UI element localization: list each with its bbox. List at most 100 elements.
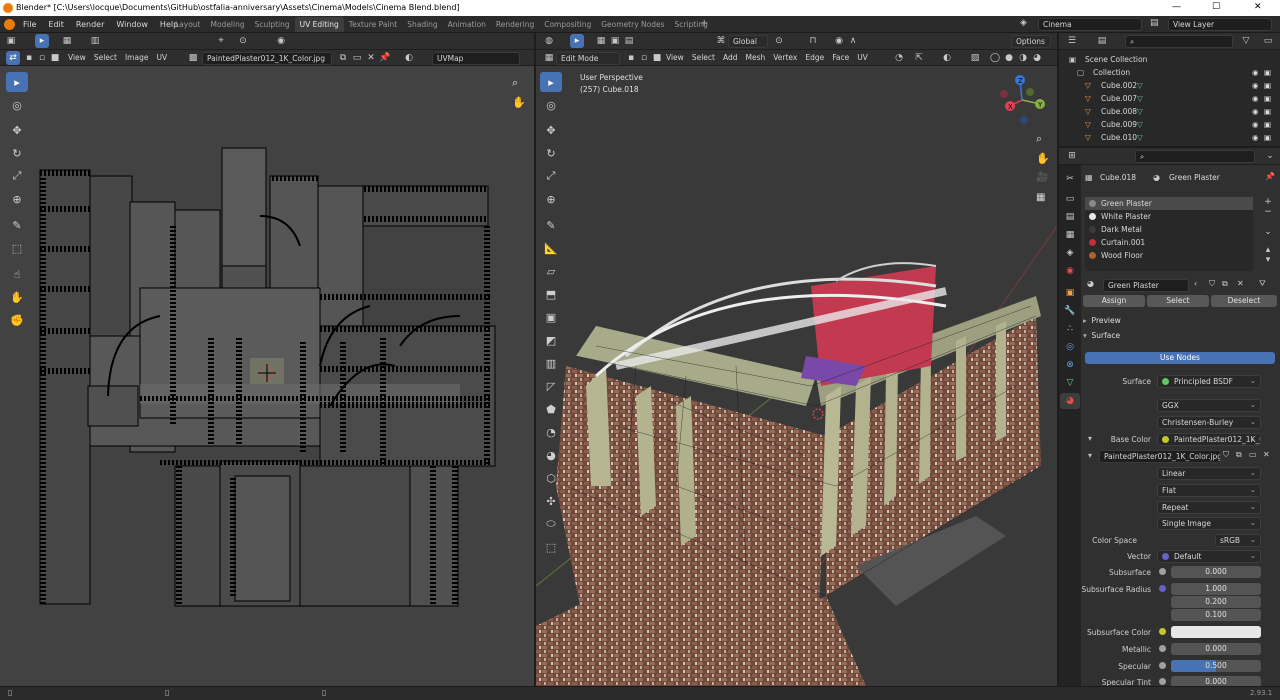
minimize-icon[interactable]: — [1172,2,1181,12]
preview-panel-header[interactable]: ▸ Preview [1083,316,1278,329]
specular-tint-field[interactable]: 0.000 [1171,676,1261,686]
tab-compositing[interactable]: Compositing [539,17,596,32]
view-layer-tab-icon[interactable]: ▦ [1060,227,1080,243]
camera-view-icon[interactable]: 🎥 [1036,172,1048,183]
outliner-filter-icon[interactable]: ▽ [1239,34,1253,48]
slot-specials-icon[interactable]: ⌄ [1261,227,1275,237]
specular-socket-icon[interactable] [1159,662,1166,669]
material-tab-icon[interactable]: ◕ [1060,393,1080,409]
tool-tab-icon[interactable]: ✂ [1060,171,1080,187]
pivot-icon[interactable]: ⌖ [214,34,228,48]
link-icon[interactable]: ⛛ [1259,279,1266,289]
uvmap-field[interactable]: UVMap [432,52,520,65]
subsurface-radius-x[interactable]: 1.000 [1171,583,1261,595]
falloff-icon[interactable]: ∧ [846,34,860,48]
interpolation-dropdown[interactable]: Linear [1157,467,1261,480]
outliner-item[interactable]: ▣ Scene Collection [1059,53,1280,66]
subsurface-color-socket-icon[interactable] [1159,628,1166,635]
unlink-icon[interactable]: ✕ [1237,279,1244,288]
subsurface-color-swatch[interactable] [1171,626,1261,638]
loop-cut-icon[interactable]: ▥ [540,353,562,373]
viewport-rotate-icon[interactable]: ↻ [540,143,562,163]
texture-fake-user-icon[interactable]: ⛉ [1223,450,1229,460]
texture-unlink-icon[interactable]: ✕ [1263,450,1270,459]
output-tab-icon[interactable]: ▤ [1060,209,1080,225]
select-mode-extend-icon[interactable]: ▣ [608,34,622,48]
properties-options-icon[interactable]: ⌄ [1263,149,1277,163]
visibility-eye-icon[interactable]: ◉ [1252,105,1259,118]
viewport-menu-add[interactable]: Add [719,53,742,62]
view-object-types-icon[interactable]: ◔ [892,51,906,65]
cursor-tool-icon[interactable]: ◎ [6,95,28,115]
material-name-field[interactable]: Green Plaster [1103,279,1189,292]
render-camera-icon[interactable]: ▣ [1264,92,1271,105]
smooth-icon[interactable]: ◕ [540,445,562,465]
rip-tool-icon[interactable]: ⬚ [6,238,28,258]
image-name-field[interactable]: PaintedPlaster012_1K_Color.jpg [202,52,332,65]
viewport-menu-vertex[interactable]: Vertex [769,53,801,62]
add-slot-icon[interactable]: + [1261,197,1275,207]
viewport-scale-icon[interactable]: ⤢ [540,166,562,186]
snap-icon[interactable]: ⊙ [236,34,250,48]
measure-icon[interactable]: 📐 [540,238,562,258]
color-space-dropdown[interactable]: sRGB [1215,534,1261,547]
viewport-zoom-icon[interactable]: ⌕ [1036,132,1042,146]
material-slot-item[interactable]: White Plaster [1085,210,1253,223]
projection-dropdown[interactable]: Flat [1157,484,1261,497]
uv-menu-image[interactable]: Image [121,53,153,62]
visibility-eye-icon[interactable]: ◉ [1252,79,1259,92]
transform-orientation-dropdown[interactable]: Global [728,35,768,48]
gizmo-icon[interactable]: ⇱ [912,51,926,65]
image-browse-icon[interactable]: ▩ [186,51,200,65]
xray-icon[interactable]: ▧ [968,51,982,65]
uv-editor-canvas[interactable]: ▸ ◎ ✥ ↻ ⤢ ⊕ ✎ ⬚ ☝ ✋ ✊ ⌕ ✋ [0,66,534,686]
knife-icon[interactable]: ◸ [540,376,562,396]
render-tab-icon[interactable]: ▭ [1060,191,1080,207]
viewport-editor-type-icon[interactable]: ◍ [542,34,556,48]
select-tool-icon[interactable]: ▸ [6,72,28,92]
distribution-dropdown[interactable]: GGX [1157,399,1261,412]
pin-material-icon[interactable]: 📌 [1265,172,1275,181]
rotate-tool-icon[interactable]: ↻ [6,143,28,163]
scale-tool-icon[interactable]: ⤢ [6,166,28,186]
subsurface-radius-z[interactable]: 0.100 [1171,609,1261,621]
render-camera-icon[interactable]: ▣ [1264,66,1271,79]
vertex-select-icon[interactable]: ▪ [22,51,36,65]
texture-new-icon[interactable]: ⧉ [1236,450,1242,460]
render-camera-icon[interactable]: ▣ [1264,131,1271,144]
new-collection-icon[interactable]: ▭ [1261,34,1275,48]
render-camera-icon[interactable]: ▣ [1264,79,1271,92]
view-layer-icon[interactable]: ▤ [1150,18,1159,28]
pin-icon[interactable]: 📌 [378,51,392,65]
image-open-icon[interactable]: ▭ [350,51,364,65]
tab-modeling[interactable]: Modeling [206,17,250,32]
maximize-icon[interactable]: ☐ [1212,2,1220,12]
move-tool-icon[interactable]: ✥ [6,120,28,140]
subsurface-field[interactable]: 0.000 [1171,566,1261,578]
menu-edit[interactable]: Edit [42,16,70,33]
fake-user-icon[interactable]: ‹ [1194,279,1197,288]
deselect-button[interactable]: Deselect [1211,295,1277,307]
orientation-icon[interactable]: ⌘ [714,34,728,48]
poly-build-icon[interactable]: ⬟ [540,399,562,419]
edge-select-icon[interactable]: ▫ [35,51,49,65]
viewport-pan-icon[interactable]: ✋ [1036,152,1050,165]
viewport-transform-icon[interactable]: ⊕ [540,189,562,209]
scene-icon[interactable]: ◈ [1020,18,1027,28]
display-channels-icon[interactable]: ◐ [402,51,416,65]
sticky-mode-icon[interactable]: ▥ [88,34,102,48]
tab-texture-paint[interactable]: Texture Paint [344,17,402,32]
outliner-item[interactable]: ▢ Collection ◉ ▣ [1059,66,1280,79]
vector-field[interactable]: Default [1157,550,1261,563]
transform-tool-icon[interactable]: ⊕ [6,189,28,209]
subsurface-method-dropdown[interactable]: Christensen-Burley [1157,416,1261,429]
viewport-menu-face[interactable]: Face [828,53,853,62]
overlay-icon[interactable]: ◐ [940,51,954,65]
extension-dropdown[interactable]: Repeat [1157,501,1261,514]
blender-menu-icon[interactable] [4,19,15,30]
remove-slot-icon[interactable]: − [1261,207,1275,217]
outliner-editor-icon[interactable]: ☰ [1065,34,1079,48]
outliner-item[interactable]: ▽ Cube.008 ▽ ◉ ▣ [1059,105,1280,118]
shrink-fatten-icon[interactable]: ✣ [540,491,562,511]
assign-button[interactable]: Assign [1083,295,1145,307]
